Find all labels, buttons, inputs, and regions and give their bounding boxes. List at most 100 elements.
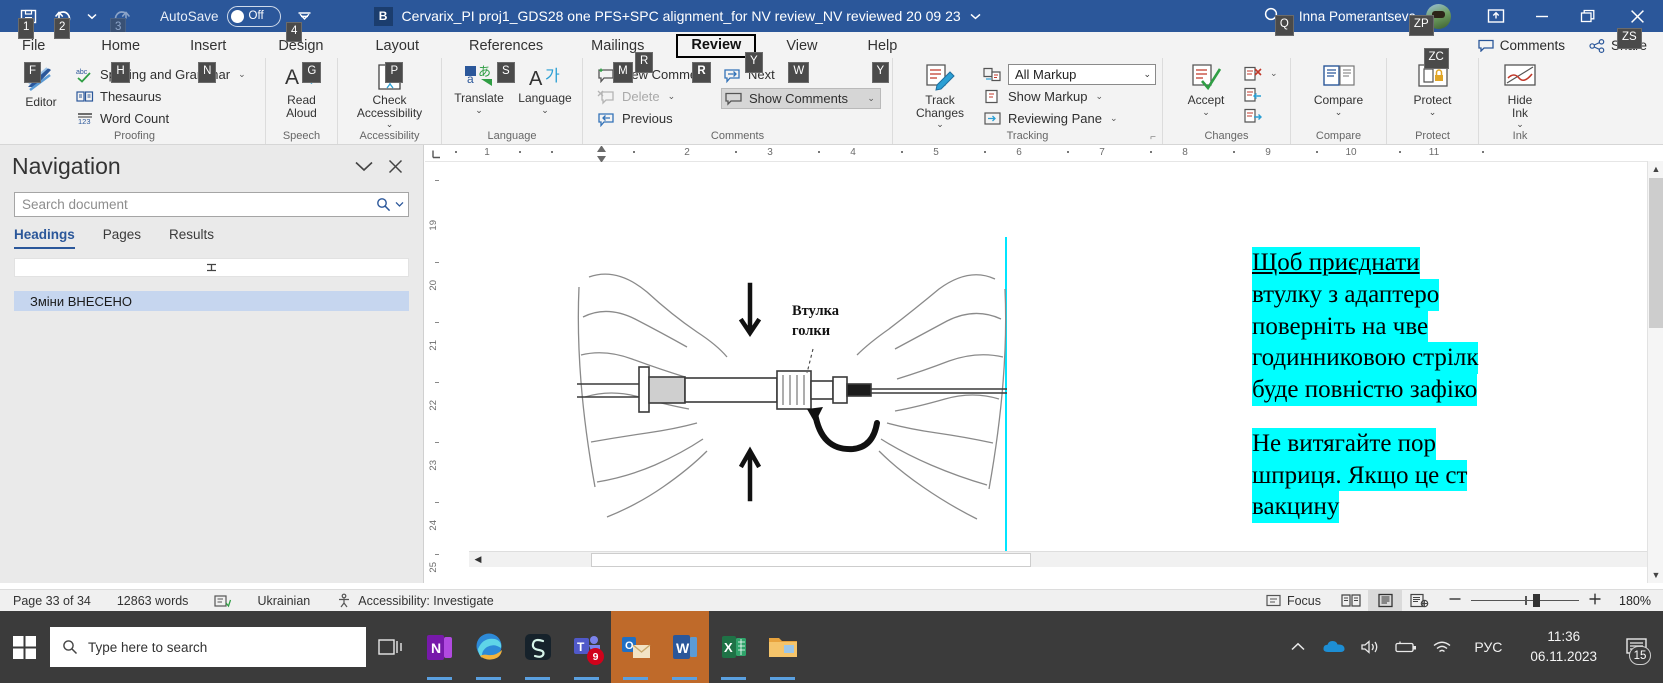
chevron-down-icon[interactable]: ⌄ [1516, 120, 1524, 129]
taskbar-app-s[interactable] [513, 611, 562, 683]
previous-change-button[interactable] [1241, 85, 1283, 104]
word-count-button[interactable]: 123 Word Count [74, 108, 251, 129]
delete-comment-button[interactable]: Delete ⌄ [595, 86, 713, 107]
chevron-down-icon[interactable]: ⌄ [238, 69, 246, 80]
spelling-grammar-button[interactable]: abc Spelling and Grammar ⌄ [74, 64, 251, 85]
save-button[interactable]: 1 [10, 2, 46, 30]
nav-tab-pages[interactable]: Pages [103, 227, 141, 249]
navigation-options-icon[interactable] [354, 160, 374, 173]
next-change-button[interactable] [1241, 106, 1283, 125]
list-item[interactable]: Зміни ВНЕСЕНО [14, 291, 409, 311]
chevron-down-icon[interactable]: ⌄ [1110, 113, 1118, 124]
tab-insert[interactable]: Insert N [176, 36, 240, 58]
onedrive-icon[interactable] [1316, 611, 1352, 683]
wifi-icon[interactable] [1424, 611, 1460, 683]
volume-icon[interactable] [1352, 611, 1388, 683]
reviewing-pane-button[interactable]: Reviewing Pane ⌄ [981, 108, 1156, 129]
language-button[interactable]: A 가 Language ⌄ [514, 62, 576, 116]
chevron-down-icon[interactable]: ⌄ [668, 91, 676, 102]
document-page[interactable]: Втулка голки Щоб приєднати втулку з адап… [447, 162, 1663, 567]
markup-dropdown[interactable]: All Markup ⌄ [1008, 64, 1156, 85]
search-icon[interactable]: Q [1247, 0, 1299, 32]
vertical-scrollbar[interactable]: ▲ ▼ [1647, 161, 1663, 583]
search-options-chevron-icon[interactable] [395, 201, 404, 208]
chevron-down-icon[interactable]: ⌄ [936, 120, 944, 129]
document-title-chevron-icon[interactable] [970, 13, 981, 20]
show-hidden-icons-button[interactable] [1280, 611, 1316, 683]
qat-customize-icon[interactable] [297, 11, 312, 21]
ribbon-display-options-icon[interactable] [1473, 0, 1519, 32]
tab-layout[interactable]: Layout P [361, 36, 433, 58]
nav-tab-results[interactable]: Results [169, 227, 214, 249]
compare-button[interactable]: Compare ⌄ [1308, 62, 1370, 118]
document-text[interactable]: Щоб приєднати втулку з адаптеро поверніт… [1252, 247, 1663, 545]
minimize-button[interactable] [1519, 0, 1565, 32]
undo-dropdown-icon[interactable] [82, 2, 102, 30]
proofing-status[interactable] [201, 594, 244, 608]
web-layout-button[interactable] [1402, 590, 1436, 611]
read-mode-button[interactable] [1334, 590, 1368, 611]
tab-help[interactable]: Help Y [854, 36, 912, 58]
vertical-ruler[interactable]: 19 20 21 22 23 24 25 [425, 162, 447, 567]
accept-button[interactable]: Accept ⌄ [1175, 62, 1237, 118]
track-changes-button[interactable]: Track Changes ⌄ [907, 62, 973, 130]
clock[interactable]: 11:36 06.11.2023 [1516, 627, 1611, 666]
chevron-down-icon[interactable]: ⌄ [1202, 108, 1210, 117]
chevron-down-icon[interactable]: ⌄ [475, 106, 483, 115]
previous-comment-button[interactable]: Previous [595, 108, 713, 129]
taskbar-onenote[interactable]: N [415, 611, 464, 683]
input-language-indicator[interactable]: РУС [1460, 639, 1516, 655]
taskbar-excel[interactable]: X [709, 611, 758, 683]
hide-ink-button[interactable]: Hide Ink ⌄ [1489, 62, 1551, 130]
page-indicator[interactable]: Page 33 of 34 [0, 594, 104, 608]
show-comments-button[interactable]: Show Comments ⌄ [721, 88, 881, 109]
tab-file[interactable]: File F [8, 36, 59, 58]
start-button[interactable] [0, 611, 48, 683]
chevron-down-icon[interactable]: ⌄ [1270, 68, 1278, 79]
thesaurus-button[interactable]: Thesaurus [74, 86, 251, 107]
account-area[interactable]: Inna Pomerantseva ZP [1299, 0, 1473, 32]
tab-home[interactable]: Home H [87, 36, 154, 58]
language-indicator[interactable]: Ukrainian [244, 594, 323, 608]
word-count-indicator[interactable]: 12863 words [104, 594, 202, 608]
restore-button[interactable] [1565, 0, 1611, 32]
dialog-launcher-icon[interactable]: ⌐ [1150, 132, 1156, 143]
redo-button[interactable]: 3 [102, 2, 138, 30]
undo-button[interactable]: 2 [46, 2, 82, 30]
taskbar-teams[interactable]: T 9 [562, 611, 611, 683]
tab-stop-selector[interactable] [425, 145, 447, 162]
autosave-control[interactable]: AutoSave Off 4 [160, 6, 281, 27]
show-markup-button[interactable]: Show Markup ⌄ [981, 86, 1156, 107]
taskbar-outlook[interactable]: O [611, 611, 660, 683]
navigation-close-icon[interactable] [388, 159, 411, 174]
focus-button[interactable]: Focus [1253, 594, 1334, 608]
zoom-slider-thumb[interactable] [1533, 594, 1540, 607]
zoom-level[interactable]: 180% [1611, 594, 1651, 608]
horizontal-scrollbar[interactable]: ◀ [469, 551, 1663, 567]
chevron-down-icon[interactable]: ⌄ [1095, 91, 1103, 102]
search-icon[interactable] [376, 197, 391, 212]
tab-view[interactable]: View W [772, 36, 831, 58]
scroll-down-icon[interactable]: ▼ [1648, 567, 1663, 583]
heading-placeholder-row[interactable] [14, 258, 409, 277]
navigation-search-box[interactable] [14, 192, 409, 217]
first-line-indent-marker[interactable] [597, 146, 606, 152]
horizontal-scroll-thumb[interactable] [591, 553, 1031, 567]
horizontal-ruler[interactable]: 1 2 3 4 5 6 7 8 9 [425, 145, 1663, 162]
zoom-slider[interactable] [1471, 600, 1579, 602]
vertical-scroll-thumb[interactable] [1649, 178, 1663, 328]
chevron-down-icon[interactable]: ⌄ [541, 106, 549, 115]
chevron-down-icon[interactable]: ⌄ [867, 93, 875, 104]
chevron-down-icon[interactable]: ⌄ [1429, 108, 1437, 117]
notifications-button[interactable]: 15 [1611, 611, 1663, 683]
taskbar-edge[interactable] [464, 611, 513, 683]
tab-references[interactable]: References S [455, 36, 557, 58]
scroll-up-icon[interactable]: ▲ [1648, 161, 1663, 177]
reject-button[interactable]: ⌄ [1241, 64, 1283, 83]
taskbar-word[interactable]: W [660, 611, 709, 683]
share-button[interactable]: Share ZS [1581, 36, 1655, 55]
autosave-toggle[interactable]: Off [227, 6, 281, 27]
zoom-in-button[interactable] [1588, 593, 1602, 608]
chevron-down-icon[interactable]: ⌄ [1335, 108, 1343, 117]
zoom-control[interactable]: 180% [1436, 593, 1663, 608]
